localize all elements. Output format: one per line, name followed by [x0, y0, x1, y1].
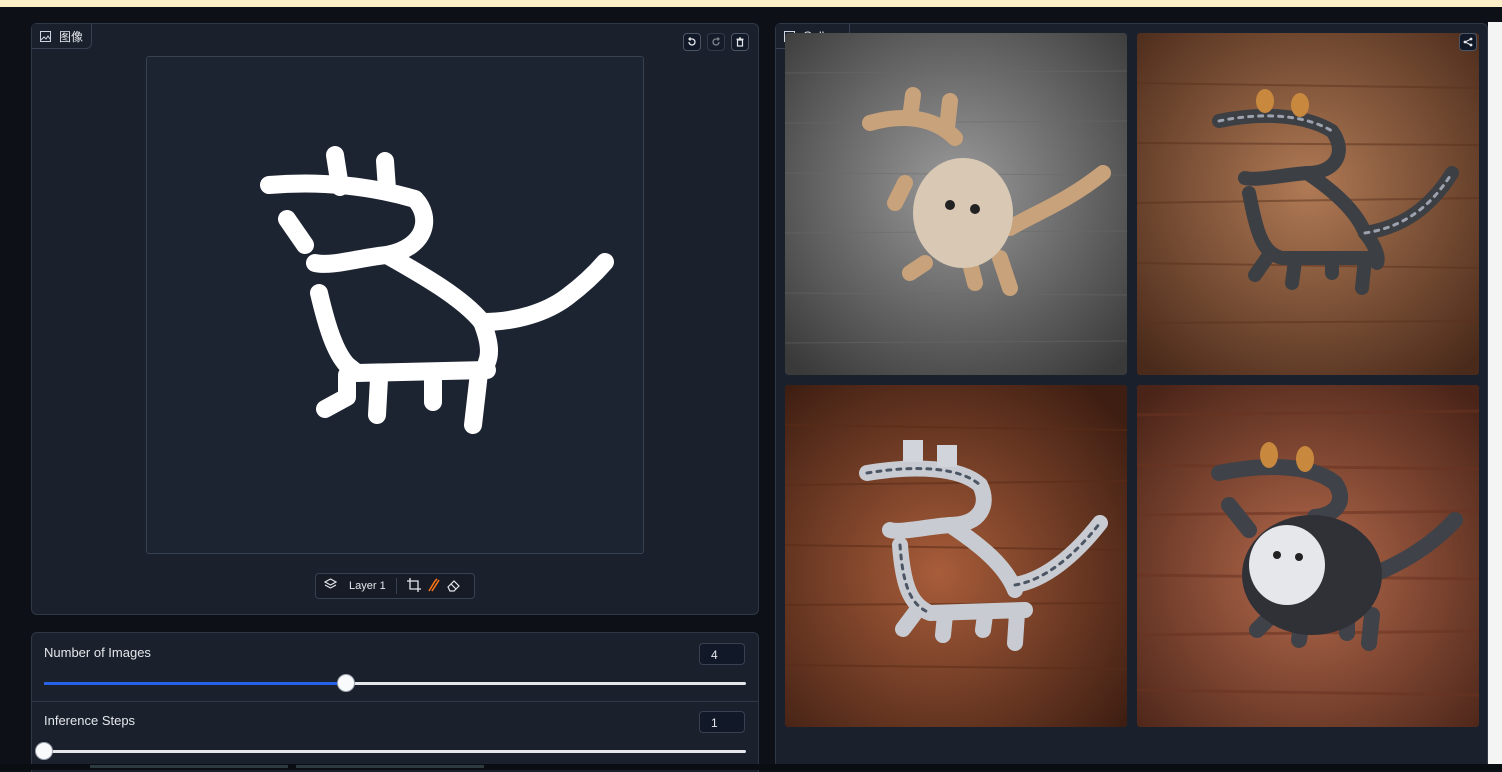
redo-icon — [712, 37, 720, 46]
settings-panel: Number of Images 4 Inference Steps 1 — [31, 632, 759, 772]
image-icon — [40, 30, 51, 42]
gallery-image-4[interactable] — [1137, 385, 1479, 727]
num-images-input[interactable]: 4 — [699, 643, 745, 665]
crop-icon[interactable] — [406, 577, 421, 595]
eraser-icon[interactable] — [446, 578, 461, 595]
num-images-slider-thumb[interactable] — [336, 674, 355, 692]
bottom-segment — [296, 765, 484, 768]
num-images-label: Number of Images — [44, 645, 151, 660]
trash-icon — [736, 37, 744, 47]
scrollbar-track[interactable] — [1488, 22, 1502, 764]
top-accent-bar — [0, 0, 1502, 7]
gallery-image-1[interactable] — [785, 33, 1127, 375]
image-editor-label: 图像 — [32, 24, 93, 49]
gallery-image-3[interactable] — [785, 385, 1127, 727]
clear-button[interactable] — [731, 33, 749, 51]
layers-icon[interactable] — [323, 578, 338, 594]
brush-icon[interactable] — [427, 577, 441, 595]
inference-steps-slider-thumb[interactable] — [35, 742, 53, 760]
layer-toolbar: Layer 1 — [315, 573, 475, 599]
drawing-canvas[interactable] — [146, 56, 644, 554]
settings-divider — [32, 701, 758, 702]
inference-steps-label: Inference Steps — [44, 713, 136, 728]
inference-steps-input[interactable]: 1 — [699, 711, 745, 733]
gallery-image-2[interactable] — [1137, 33, 1479, 375]
inference-steps-slider[interactable] — [35, 742, 746, 760]
redo-button[interactable] — [707, 33, 725, 51]
share-button[interactable] — [1459, 33, 1477, 51]
num-images-slider[interactable] — [44, 674, 746, 692]
undo-button[interactable] — [683, 33, 701, 51]
share-icon — [1463, 37, 1473, 47]
num-images-slider-fill — [44, 682, 346, 685]
undo-icon — [688, 37, 696, 46]
image-editor-panel: 图像 Layer 1 — [31, 23, 759, 615]
image-editor-title: 图像 — [59, 29, 84, 44]
bottom-segment — [90, 765, 288, 768]
toolbar-divider — [395, 578, 397, 594]
bottom-edge — [0, 764, 1502, 770]
layer-label[interactable]: Layer 1 — [349, 580, 386, 592]
sketch-drawing — [260, 146, 614, 434]
